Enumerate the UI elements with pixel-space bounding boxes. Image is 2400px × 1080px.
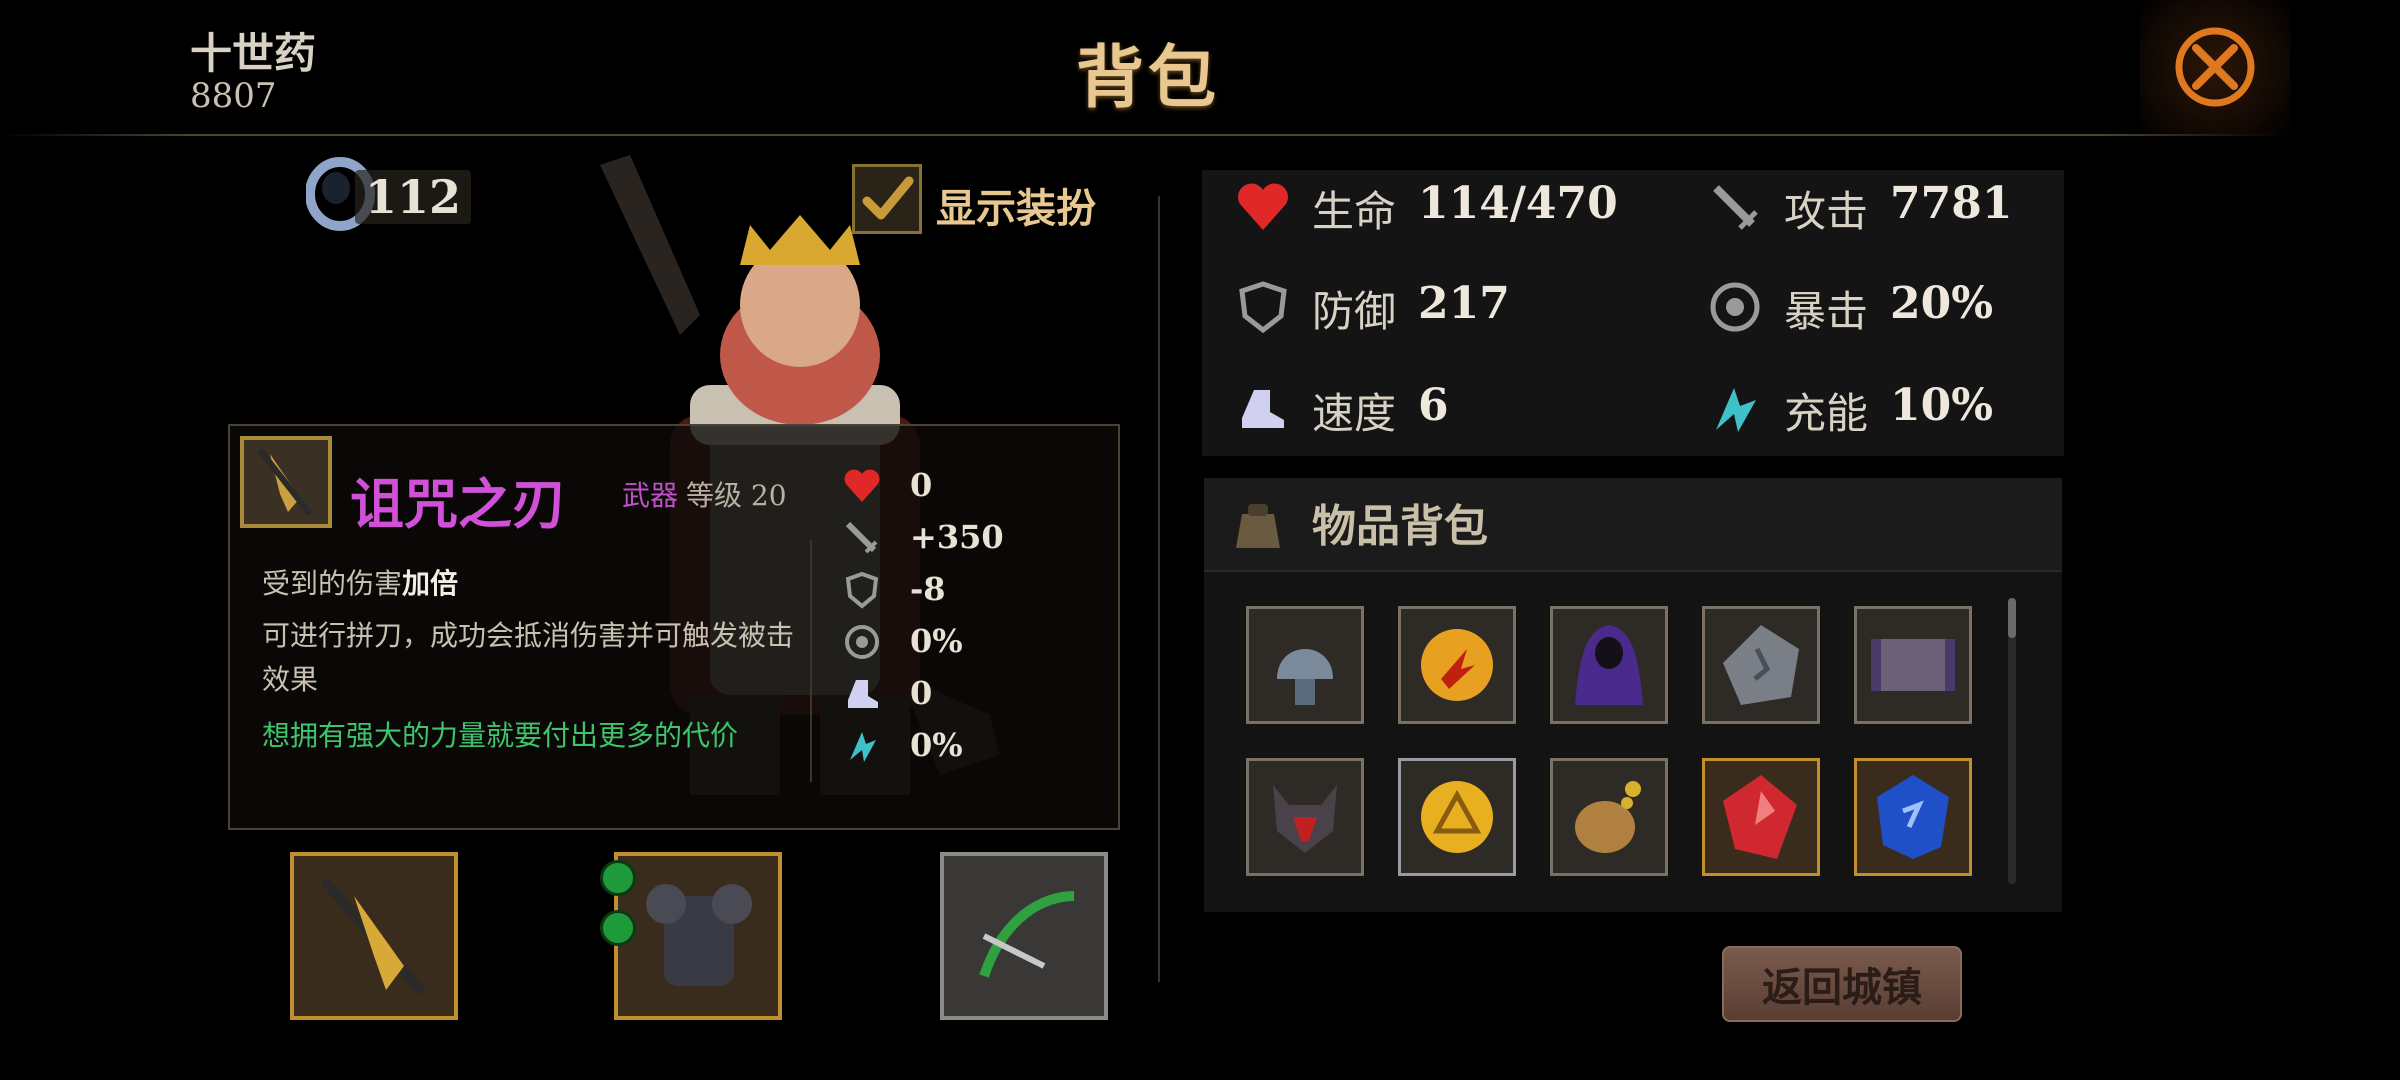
hooded-cloak-icon: [1575, 625, 1643, 705]
stat-value-crit: 20%: [1890, 278, 1994, 329]
scroll-icon: [1871, 639, 1955, 691]
inventory-scrollbar[interactable]: [2008, 598, 2016, 884]
crit-icon: [1710, 282, 1760, 332]
shield-icon: [845, 571, 879, 609]
crit-icon: [845, 625, 879, 659]
item-level: 等级 20: [686, 479, 787, 512]
bag-icon: [1236, 504, 1280, 548]
stat-label-spd: 速度: [1312, 389, 1397, 438]
stat-value-energy: 10%: [1890, 380, 1994, 431]
blue-gem-icon: [1877, 775, 1949, 859]
inventory-slot[interactable]: [1246, 758, 1364, 876]
inventory-slot[interactable]: [1550, 606, 1668, 724]
inventory-scroll-thumb[interactable]: [2008, 598, 2016, 638]
inventory-slot[interactable]: [1398, 758, 1516, 876]
item-type: 武器: [622, 479, 679, 512]
demon-helm-icon: [1273, 785, 1337, 853]
cursed-blade-icon: [320, 876, 426, 996]
boot-icon: [848, 680, 878, 708]
tooltip-stat-value: +350: [910, 518, 1004, 556]
item-desc-1-prefix: 受到的伤害: [262, 567, 403, 600]
equip-slot-accessory[interactable]: [940, 852, 1108, 1020]
stat-value-atk: 7781: [1890, 178, 2013, 229]
close-icon[interactable]: [2170, 22, 2260, 112]
page-title: 背包: [1075, 38, 1220, 118]
tooltip-stat-value: -8: [910, 570, 946, 608]
header-divider: [0, 134, 2290, 136]
inventory-slot[interactable]: [1246, 606, 1364, 724]
equip-slot-weapon[interactable]: [290, 852, 458, 1020]
serpent-bow-icon: [979, 891, 1075, 978]
inventory-slot[interactable]: [1854, 606, 1972, 724]
item-desc-1: 受到的伤害加倍: [262, 562, 458, 602]
return-to-town-button[interactable]: 返回城镇: [1722, 946, 1962, 1022]
panel-divider: [1158, 196, 1160, 982]
pouch-icon: [1575, 781, 1641, 853]
item-flavor-text: 想拥有强大的力量就要付出更多的代价: [262, 719, 739, 752]
return-to-town-label: 返回城镇: [1762, 964, 1922, 1011]
stat-value-spd: 6: [1418, 380, 1449, 431]
currency-count: 112: [355, 170, 472, 224]
player-name: 十世药: [190, 29, 317, 78]
helmet-icon: [1277, 649, 1333, 705]
tooltip-stat-value: 0: [910, 466, 933, 504]
tooltip-stat-value: 0: [910, 674, 933, 712]
fire-orb-icon: [1421, 629, 1493, 701]
equip-slot-armor[interactable]: [614, 852, 782, 1020]
inventory-slot[interactable]: [1854, 758, 1972, 876]
socket-gem-icon: [600, 910, 636, 946]
heart-icon: [1238, 183, 1288, 230]
socket-gem-icon: [600, 860, 636, 896]
gold-coin-icon: [1421, 781, 1493, 853]
stone-rune-icon: [1723, 625, 1799, 705]
red-gem-icon: [1723, 775, 1797, 859]
player-id: 8807: [190, 76, 277, 116]
boot-icon: [1242, 390, 1284, 428]
item-desc-1-bold: 加倍: [402, 567, 459, 600]
tooltip-divider: [810, 540, 812, 782]
inventory-slot[interactable]: [1550, 758, 1668, 876]
energy-icon: [1716, 388, 1756, 432]
shield-icon: [1239, 281, 1287, 334]
inventory-slot[interactable]: [1702, 758, 1820, 876]
inventory-title: 物品背包: [1312, 501, 1488, 552]
tooltip-stat-value: 0%: [910, 726, 963, 764]
sword-icon: [845, 521, 878, 554]
cursed-blade-icon: [240, 436, 332, 528]
armor-icon: [646, 884, 752, 986]
item-name: 诅咒之刃: [350, 472, 566, 536]
stat-label-hp: 生命: [1312, 187, 1397, 236]
stat-label-energy: 充能: [1784, 389, 1869, 438]
inventory-slot[interactable]: [1702, 606, 1820, 724]
tooltip-stat-value: 0%: [910, 622, 963, 660]
inventory-slot[interactable]: [1398, 606, 1516, 724]
sword-icon: [1713, 185, 1758, 230]
stat-label-atk: 攻击: [1784, 187, 1869, 236]
item-desc-2: 可进行拼刀，成功会抵消伤害并可触发被击效果: [262, 619, 795, 696]
stat-value-hp: 114/470: [1418, 178, 1618, 229]
energy-icon: [850, 732, 876, 762]
stat-label-def: 防御: [1312, 287, 1397, 336]
stat-label-crit: 暴击: [1784, 287, 1869, 336]
heart-icon: [844, 469, 880, 502]
stat-value-def: 217: [1418, 278, 1510, 329]
